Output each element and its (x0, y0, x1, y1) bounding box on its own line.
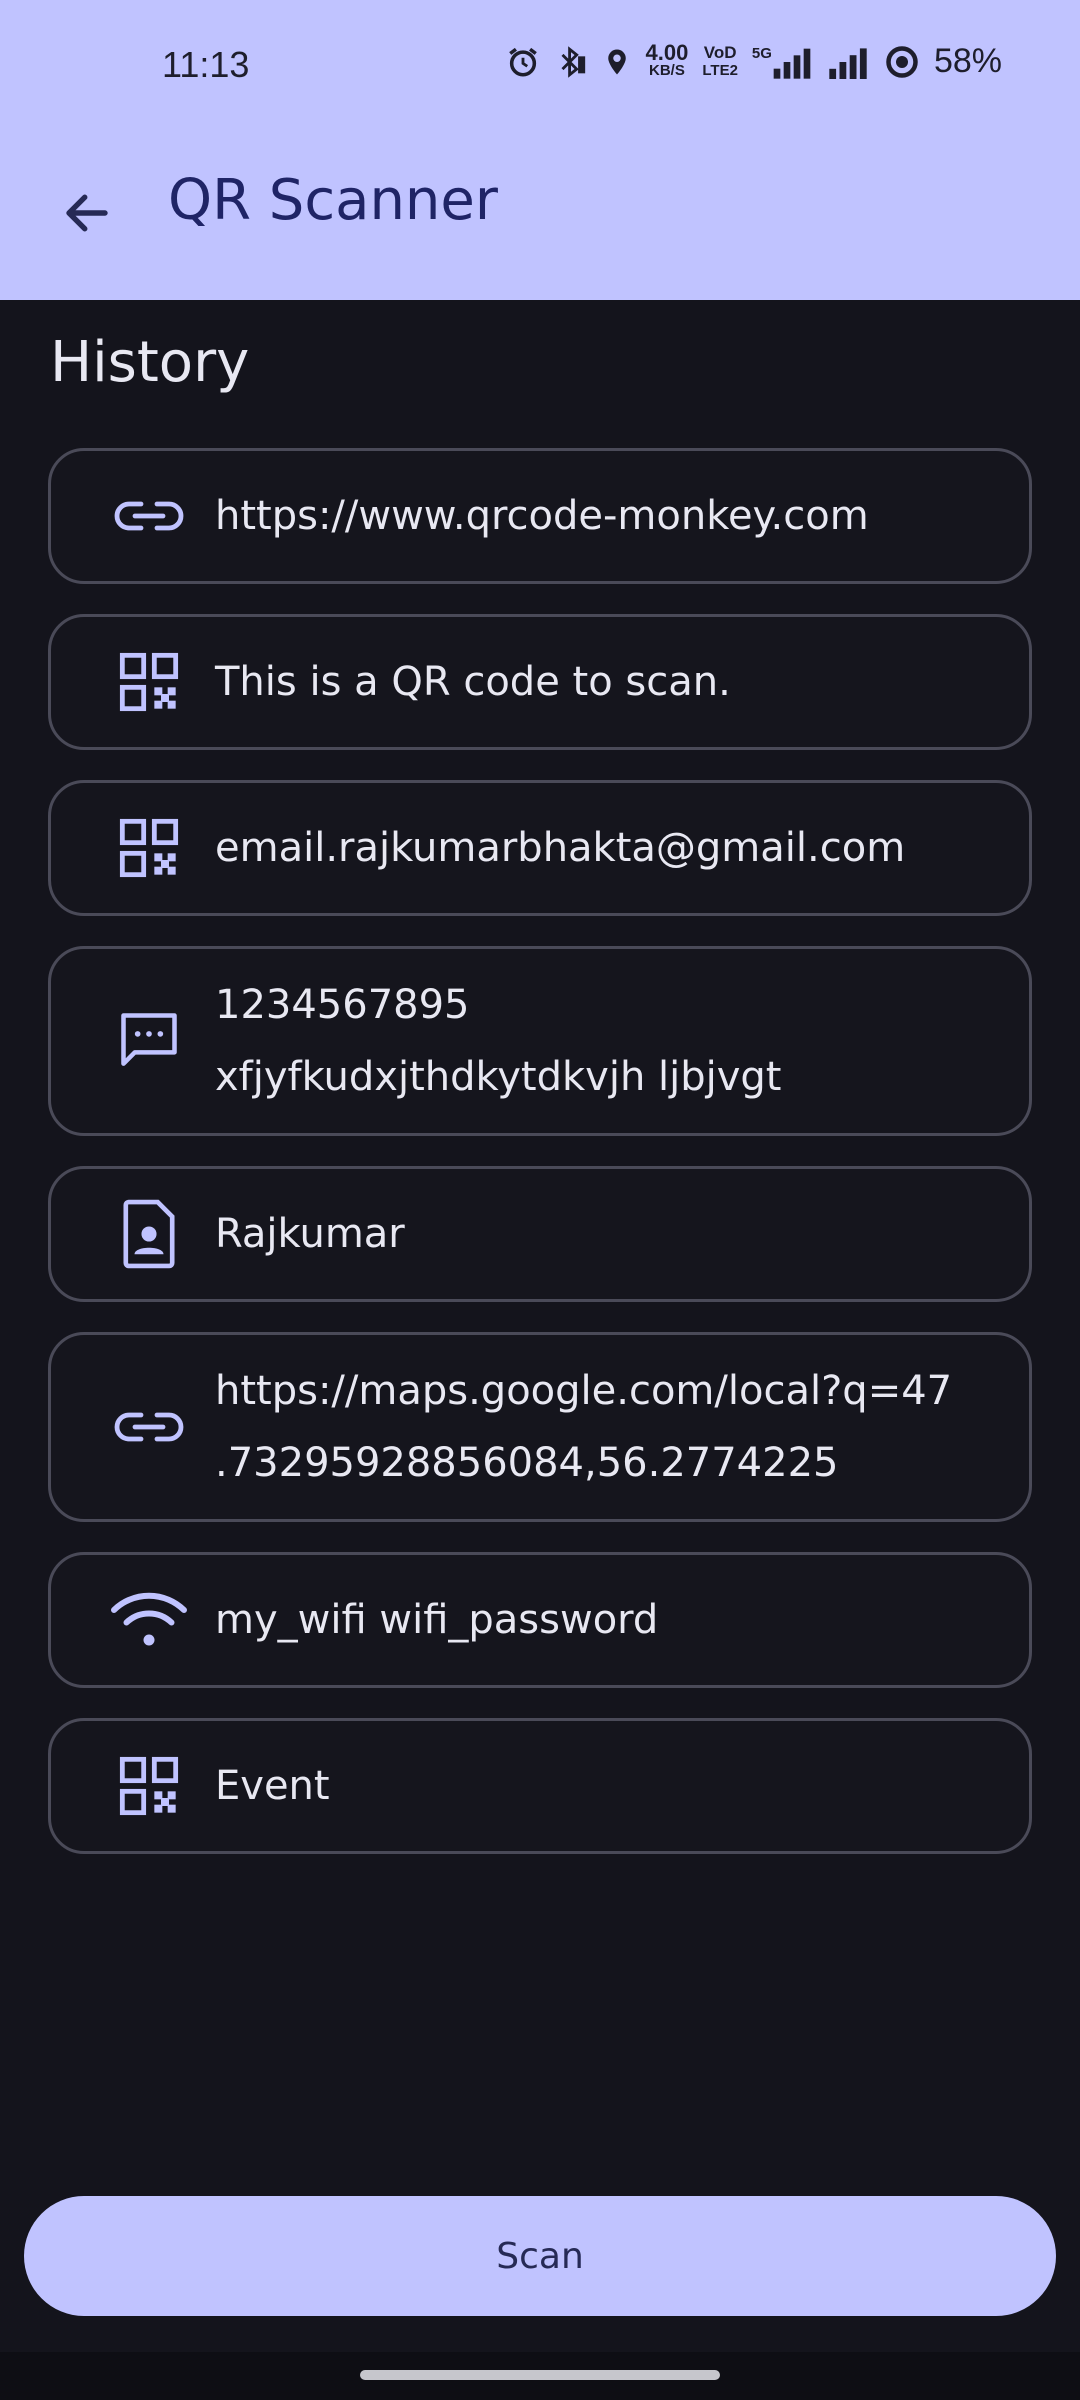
arrow-back-icon[interactable] (52, 178, 122, 248)
history-item[interactable]: This is a QR code to scan. (48, 614, 1032, 750)
history-item[interactable]: 1234567895 xfjyfkudxjthdkytdkvjh ljbjvgt (48, 946, 1032, 1136)
history-item-text: 1234567895 xfjyfkudxjthdkytdkvjh ljbjvgt (215, 982, 782, 1100)
bluetooth-battery-icon (554, 45, 588, 79)
history-item[interactable]: my_wifi wifi_password (48, 1552, 1032, 1688)
history-item[interactable]: https://maps.google.com/local?q=47 .7329… (48, 1332, 1032, 1522)
message-icon (103, 1007, 195, 1075)
history-item-text: Event (215, 1763, 330, 1809)
qr-code-icon (103, 816, 195, 880)
app-bar: QR Scanner (0, 140, 1080, 300)
qr-code-icon (103, 650, 195, 714)
signal-5g-icon: 5G (752, 45, 812, 79)
top-bar: 11:13 4.00 KB/S VoD LTE2 5G 58% QR Scann… (0, 0, 1080, 300)
battery-icon (884, 44, 920, 80)
page-title: QR Scanner (168, 168, 498, 233)
alarm-icon (506, 45, 540, 79)
history-list: https://www.qrcode-monkey.com This is a … (48, 448, 1032, 1884)
history-item[interactable]: Rajkumar (48, 1166, 1032, 1302)
history-item[interactable]: Event (48, 1718, 1032, 1854)
history-item-text: https://www.qrcode-monkey.com (215, 493, 869, 539)
scan-button[interactable]: Scan (24, 2196, 1056, 2316)
location-icon (602, 45, 632, 79)
battery-percentage: 58% (933, 42, 1002, 80)
history-item[interactable]: email.rajkumarbhakta@gmail.com (48, 780, 1032, 916)
home-gesture-handle[interactable] (360, 2370, 720, 2380)
signal-icon (826, 45, 870, 79)
link-icon (103, 496, 195, 536)
link-icon (103, 1407, 195, 1447)
history-item-text: email.rajkumarbhakta@gmail.com (215, 825, 906, 871)
history-item[interactable]: https://www.qrcode-monkey.com (48, 448, 1032, 584)
status-icons: 4.00 KB/S VoD LTE2 5G 58% (506, 39, 1002, 81)
status-bar: 11:13 4.00 KB/S VoD LTE2 5G 58% (0, 0, 1080, 140)
history-item-text: my_wifi wifi_password (215, 1597, 659, 1643)
volte-indicator: VoD LTE2 (702, 42, 738, 79)
wifi-icon (103, 1590, 195, 1650)
network-speed: 4.00 KB/S (645, 39, 689, 79)
history-item-text: This is a QR code to scan. (215, 659, 731, 705)
contact-icon (103, 1199, 195, 1269)
history-heading: History (50, 330, 250, 395)
status-time: 11:13 (162, 44, 250, 85)
history-item-text: Rajkumar (215, 1211, 405, 1257)
qr-code-icon (103, 1754, 195, 1818)
history-item-text: https://maps.google.com/local?q=47 .7329… (215, 1368, 953, 1486)
